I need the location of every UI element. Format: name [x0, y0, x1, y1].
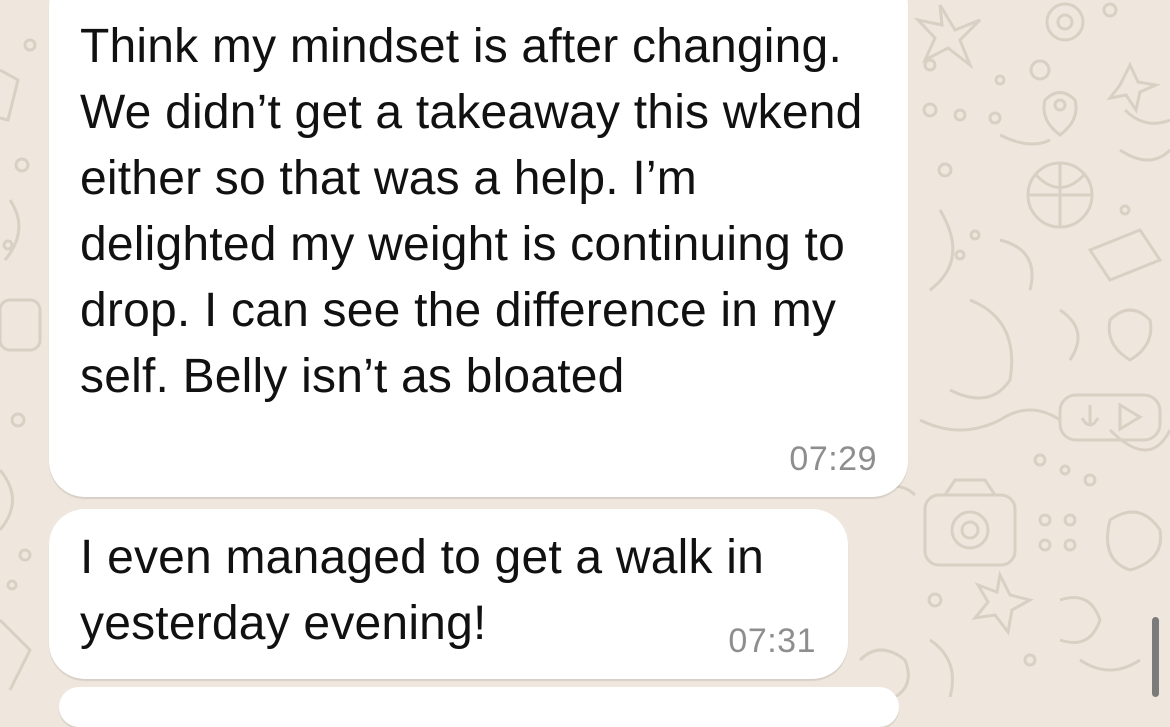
message-bubble-partial[interactable] [59, 687, 899, 727]
message-bubble[interactable]: Think my mindset is after changing. We d… [49, 0, 908, 497]
message-timestamp: 07:29 [789, 440, 877, 478]
message-text: Think my mindset is after changing. We d… [80, 20, 863, 403]
message-timestamp: 07:31 [728, 622, 816, 660]
scrollbar[interactable] [1152, 617, 1159, 697]
message-text: I even managed to get a walk in yesterda… [80, 531, 764, 650]
message-bubble[interactable]: I even managed to get a walk in yesterda… [49, 509, 848, 679]
